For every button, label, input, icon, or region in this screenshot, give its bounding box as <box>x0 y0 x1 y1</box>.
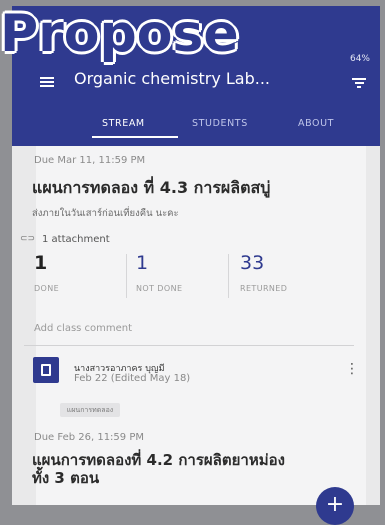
topic-chip[interactable]: แผนการทดลอง <box>60 403 120 417</box>
attachment-count[interactable]: 1 attachment <box>42 234 110 245</box>
create-fab-button[interactable]: + <box>316 487 354 525</box>
assignment-title[interactable]: แผนการทดลอง ที่ 4.3 การผลิตสบู่ <box>32 176 270 201</box>
assignment-title[interactable]: แผนการทดลองที่ 4.2 การผลิตยาหม่อง ทั้ง 3… <box>32 451 285 487</box>
tab-students[interactable]: STUDENTS <box>192 118 248 129</box>
class-title: Organic chemistry Lab... <box>74 69 271 88</box>
assignment-due-date: Due Feb 26, 11:59 PM <box>34 432 144 443</box>
returned-count[interactable]: 33 <box>240 252 264 274</box>
tab-stream[interactable]: STREAM <box>102 118 145 129</box>
watermark-logo: Propose <box>0 4 239 64</box>
attachment-icon: ⊂⊃ <box>20 234 36 244</box>
returned-label: RETURNED <box>240 284 288 293</box>
assignment-title-line-1: แผนการทดลองที่ 4.2 การผลิตยาหม่อง <box>32 451 285 469</box>
assignment-icon <box>33 357 59 383</box>
tab-about[interactable]: ABOUT <box>298 118 334 129</box>
active-tab-indicator <box>92 136 178 138</box>
hamburger-menu-icon[interactable] <box>40 77 54 87</box>
not-done-count[interactable]: 1 <box>136 252 148 274</box>
battery-indicator: 64% <box>349 54 370 64</box>
watermark-decoration <box>300 6 350 42</box>
assignment-due-date: Due Mar 11, 11:59 PM <box>34 155 146 166</box>
post-divider <box>24 345 354 346</box>
done-count[interactable]: 1 <box>34 252 47 274</box>
post-date: Feb 22 (Edited May 18) <box>74 373 191 384</box>
assignment-description: ส่งภายในวันเสาร์ก่อนเที่ยงคืน นะคะ <box>32 208 179 219</box>
not-done-label: NOT DONE <box>136 284 183 293</box>
stat-divider <box>126 254 127 298</box>
done-label: DONE <box>34 284 60 293</box>
more-options-icon[interactable]: ⋮ <box>345 362 359 376</box>
phone-screen: 64% Organic chemistry Lab... STREAM STUD… <box>12 6 380 505</box>
stat-divider <box>228 254 229 298</box>
assignment-title-line-2: ทั้ง 3 ตอน <box>32 469 100 487</box>
filter-icon[interactable] <box>352 78 366 88</box>
tab-bar: STREAM STUDENTS ABOUT <box>12 114 380 138</box>
add-class-comment-link[interactable]: Add class comment <box>34 323 132 334</box>
